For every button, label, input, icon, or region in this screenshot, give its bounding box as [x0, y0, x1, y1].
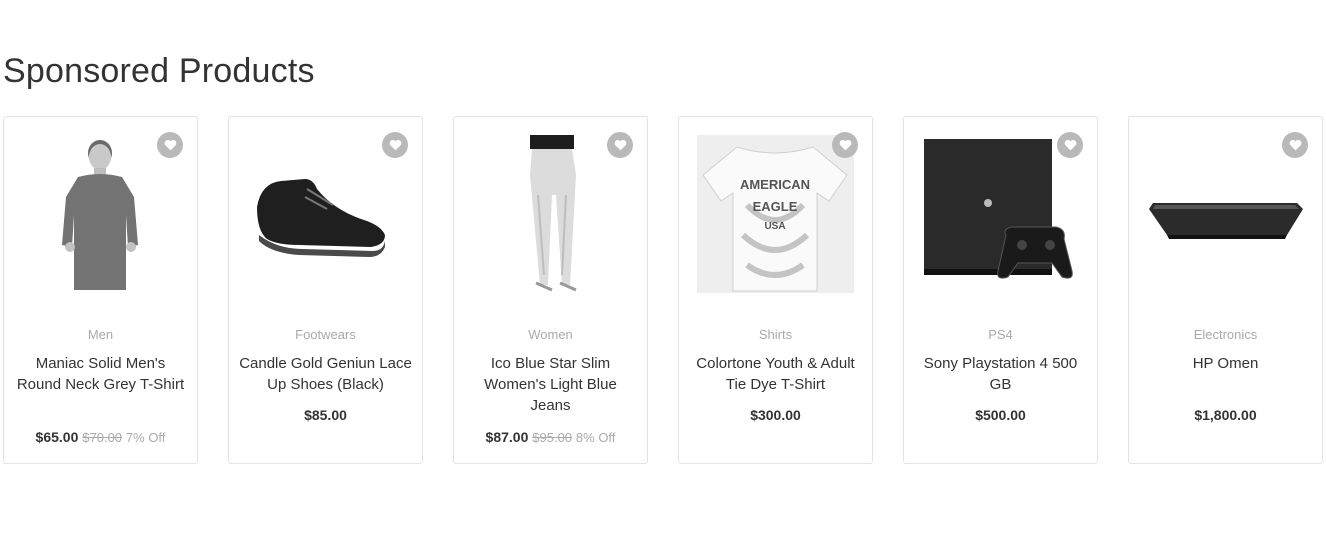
shoe-image[interactable] [247, 135, 404, 293]
product-price: $1,800.00 [1194, 407, 1257, 423]
product-price: $85.00 [304, 407, 347, 423]
wishlist-button[interactable] [382, 132, 408, 158]
shirt-print-line2: EAGLE [753, 199, 798, 214]
price-row: $500.00 [908, 407, 1093, 423]
price-row: $65.00 $70.00 7% Off [8, 429, 193, 445]
wishlist-button[interactable] [157, 132, 183, 158]
product-card[interactable]: Men Maniac Solid Men's Round Neck Grey T… [3, 116, 198, 464]
product-old-price: $95.00 [532, 430, 573, 445]
heart-icon [839, 139, 851, 151]
price-row: $300.00 [683, 407, 868, 423]
jeans-image[interactable] [472, 135, 629, 293]
product-name[interactable]: Maniac Solid Men's Round Neck Grey T-Shi… [14, 353, 187, 395]
product-name[interactable]: HP Omen [1139, 353, 1312, 374]
price-row: $87.00 $95.00 8% Off [458, 429, 643, 445]
product-price: $65.00 [35, 429, 79, 445]
product-name[interactable]: Colortone Youth & Adult Tie Dye T-Shirt [689, 353, 862, 395]
laptop-image[interactable] [1147, 135, 1304, 293]
product-category[interactable]: PS4 [912, 327, 1089, 342]
price-row: $85.00 [233, 407, 418, 423]
product-price: $87.00 [485, 429, 529, 445]
shirt-print-line3: USA [764, 221, 785, 232]
section-title: Sponsored Products [3, 52, 315, 90]
product-card[interactable]: Women Ico Blue Star Slim Women's Light B… [453, 116, 648, 464]
heart-icon [389, 139, 401, 151]
price-row: $1,800.00 [1133, 407, 1318, 423]
heart-icon [614, 139, 626, 151]
tshirt-model-image[interactable] [22, 135, 179, 293]
product-discount: 8% Off [575, 430, 616, 445]
product-name[interactable]: Sony Playstation 4 500 GB [914, 353, 1087, 395]
heart-icon [1289, 139, 1301, 151]
product-discount: 7% Off [125, 430, 166, 445]
wishlist-button[interactable] [607, 132, 633, 158]
product-card[interactable]: Electronics HP Omen $1,800.00 [1128, 116, 1323, 464]
product-name[interactable]: Candle Gold Geniun Lace Up Shoes (Black) [239, 353, 412, 395]
product-old-price: $70.00 [82, 430, 123, 445]
product-card[interactable]: Footwears Candle Gold Geniun Lace Up Sho… [228, 116, 423, 464]
product-price: $300.00 [750, 407, 801, 423]
product-category[interactable]: Shirts [687, 327, 864, 342]
product-category[interactable]: Footwears [237, 327, 414, 342]
tie-dye-shirt-image[interactable]: AMERICAN EAGLE USA [697, 135, 854, 293]
wishlist-button[interactable] [1282, 132, 1308, 158]
product-grid: Men Maniac Solid Men's Round Neck Grey T… [3, 116, 1323, 464]
product-category[interactable]: Women [462, 327, 639, 342]
heart-icon [1064, 139, 1076, 151]
wishlist-button[interactable] [1057, 132, 1083, 158]
product-card[interactable]: AMERICAN EAGLE USA Shirts Colortone Yout… [678, 116, 873, 464]
heart-icon [164, 139, 176, 151]
product-category[interactable]: Men [12, 327, 189, 342]
product-category[interactable]: Electronics [1137, 327, 1314, 342]
product-price: $500.00 [975, 407, 1026, 423]
playstation-image[interactable] [922, 135, 1079, 293]
product-card[interactable]: PS4 Sony Playstation 4 500 GB $500.00 [903, 116, 1098, 464]
shirt-print-line1: AMERICAN [740, 177, 810, 192]
wishlist-button[interactable] [832, 132, 858, 158]
product-name[interactable]: Ico Blue Star Slim Women's Light Blue Je… [464, 353, 637, 416]
